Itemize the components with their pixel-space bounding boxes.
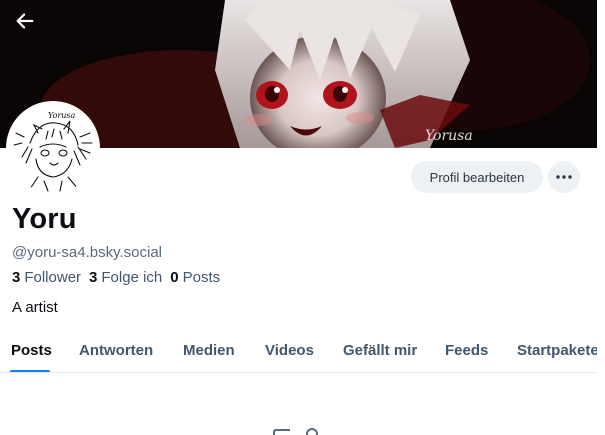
profile-bio: A artist: [12, 299, 58, 316]
tab-media[interactable]: Medien: [183, 342, 235, 359]
edit-profile-button[interactable]: Profil bearbeiten: [411, 161, 543, 193]
active-tab-indicator: [10, 370, 50, 372]
tab-feeds[interactable]: Feeds: [445, 342, 488, 359]
posts-label: Posts: [182, 269, 221, 286]
tab-videos[interactable]: Videos: [265, 342, 314, 359]
avatar-sketch: Yorusa: [8, 103, 98, 193]
avatar[interactable]: Yorusa: [6, 101, 100, 195]
arrow-left-icon: [16, 13, 34, 29]
profile-stats: 3 Follower 3 Folge ich 0 Posts: [12, 269, 220, 286]
posts-count: 0: [170, 269, 179, 286]
scrollbar-track[interactable]: [597, 0, 605, 435]
display-name: Yoru: [12, 203, 77, 235]
banner-signature: Yorusa: [425, 128, 473, 144]
user-handle: @yoru-sa4.bsky.social: [12, 244, 162, 261]
followers-count: 3: [12, 269, 21, 286]
profile-tabs: Posts Antworten Medien Videos Gefällt mi…: [0, 330, 597, 373]
empty-feed-icon: [273, 428, 318, 435]
tab-starter-packs[interactable]: Startpakete: [517, 342, 597, 359]
ellipsis-icon: [556, 175, 572, 179]
avatar-signature: Yorusa: [48, 111, 75, 120]
back-button[interactable]: [14, 10, 46, 38]
following-link[interactable]: 3 Folge ich: [89, 269, 162, 286]
followers-label: Follower: [24, 269, 82, 286]
posts-stat: 0 Posts: [170, 269, 220, 286]
tab-posts[interactable]: Posts: [11, 342, 52, 359]
tab-likes[interactable]: Gefällt mir: [343, 342, 417, 359]
more-options-button[interactable]: [548, 161, 580, 193]
following-label: Folge ich: [101, 269, 163, 286]
following-count: 3: [89, 269, 98, 286]
followers-link[interactable]: 3 Follower: [12, 269, 81, 286]
tab-replies[interactable]: Antworten: [79, 342, 153, 359]
